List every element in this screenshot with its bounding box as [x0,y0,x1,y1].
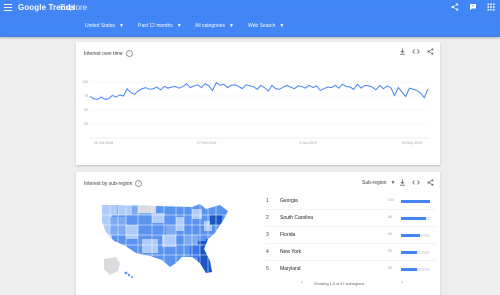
interest-bar-track [401,268,430,271]
share-icon[interactable] [450,3,460,13]
interest-bar [401,268,417,271]
search-type-dropdown[interactable]: Web Search ▼ [248,23,284,29]
menu-icon[interactable] [4,4,12,12]
interest-over-time-card: Interest over time? 100 75 50 25 26 Oct 2018… [76,42,440,165]
chevron-down-icon: ▼ [390,180,396,186]
y-tick-label: 50 [84,108,88,112]
download-icon[interactable] [398,179,406,189]
card-title-text: Interest by sub-region [84,180,133,187]
top-app-bar: Google Trends Explore [0,0,500,17]
subregion-name[interactable]: Georgia [280,198,298,204]
alaska-region [104,257,120,275]
row-divider [266,209,436,210]
period-dropdown[interactable]: Past 12 months ▼ [138,23,182,29]
interest-value: 100 [388,198,394,202]
x-tick-label: 29 Sep 2019 [402,141,422,145]
interest-bar [401,217,426,220]
interest-by-subregion-card: Interest by sub-region? Sub-region ▼ 1 G… [76,172,440,295]
x-tick-label: 26 Oct 2018 [94,141,113,145]
share-icon[interactable] [426,179,434,189]
apps-icon[interactable] [486,3,496,13]
y-tick-label: 100 [82,80,88,84]
filter-bar: United States ▼ Past 12 months ▼ All categ… [0,17,500,37]
chevron-down-icon: ▼ [176,23,182,29]
chevron-down-icon: ▼ [229,23,234,29]
rank-number: 5 [266,266,269,272]
interest-bar-track [401,251,430,254]
subregion-name[interactable]: Florida [280,232,295,238]
feedback-icon[interactable] [468,3,478,13]
embed-icon[interactable] [412,179,420,189]
rank-number: 3 [266,232,269,238]
interest-value: 55 [388,266,392,270]
page-title: Explore [60,3,88,12]
list-item[interactable]: 5 Maryland 55 [266,263,436,275]
subregion-dropdown[interactable]: Sub-region ▼ [362,180,395,186]
chevron-down-icon: ▼ [279,23,285,29]
period-dropdown-label: Past 12 months [138,23,173,29]
rank-number: 2 [266,215,269,221]
row-divider [266,260,436,261]
interest-bar-track [401,217,430,220]
interest-bar [401,251,417,254]
list-item[interactable]: 4 New York 55 [266,246,436,258]
chevron-down-icon: ▼ [119,23,124,29]
interest-value: 55 [388,249,392,253]
pagination-label: Showing 1-5 of 47 subregions [314,282,365,286]
subregion-name[interactable]: South Carolina [280,215,313,221]
rank-number: 4 [266,249,269,255]
interest-value: 86 [388,215,392,219]
subregion-name[interactable]: New York [280,249,301,255]
interest-value: 65 [388,232,392,236]
chevron-left-icon[interactable]: ‹ [301,280,303,286]
category-dropdown[interactable]: All categories ▼ [195,23,234,29]
rank-number: 1 [266,198,269,204]
interest-by-subregion-title: Interest by sub-region? [84,180,143,187]
list-item[interactable]: 1 Georgia 100 [266,195,436,207]
category-dropdown-label: All categories [195,23,226,29]
y-tick-label: 25 [84,122,88,126]
interest-bar-track [401,234,430,237]
us-choropleth-map[interactable] [96,199,236,289]
region-dropdown-label: United States [85,23,116,29]
subregion-name[interactable]: Maryland [280,266,301,272]
help-icon[interactable]: ? [135,180,143,187]
search-type-dropdown-label: Web Search [248,23,276,29]
interest-series-line[interactable] [89,81,429,100]
y-tick-label: 75 [84,94,88,98]
interest-over-time-chart: 100 75 50 25 26 Oct 2018 17 Feb 2019 9 Jun 201… [82,80,429,145]
x-tick-label: 9 Jun 2019 [299,141,316,145]
x-tick-label: 17 Feb 2019 [197,141,217,145]
list-item[interactable]: 3 Florida 65 [266,229,436,241]
interest-bar [401,200,430,203]
list-item[interactable]: 2 South Carolina 86 [266,212,436,224]
interest-bar [401,234,420,237]
region-dropdown[interactable]: United States ▼ [85,23,124,29]
interest-bar-track [401,200,430,203]
chevron-right-icon[interactable]: › [401,280,403,286]
row-divider [266,243,436,244]
row-divider [266,226,436,227]
subregion-dropdown-label: Sub-region [362,180,387,186]
